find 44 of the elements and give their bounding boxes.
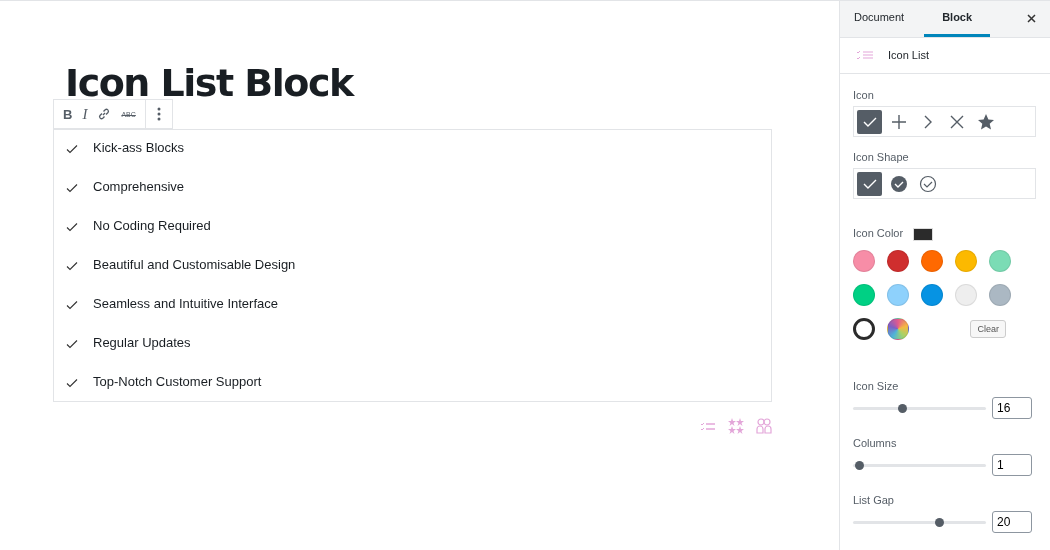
list-icon xyxy=(700,421,716,431)
field-label: Columns xyxy=(853,437,898,449)
field-label: Icon Shape xyxy=(853,151,910,163)
number-field[interactable]: 1 xyxy=(992,454,1032,476)
list-item: Comprehensive xyxy=(93,179,185,194)
field-label: Icon Color xyxy=(853,227,904,239)
sidebar-tab[interactable]: Block xyxy=(924,1,991,37)
check-icon xyxy=(66,378,78,388)
list-item: Kick-ass Blocks xyxy=(93,140,185,155)
list-item: Seamless and Intuitive Interface xyxy=(93,296,278,311)
list-item: Beautiful and Customisable Design xyxy=(93,257,296,272)
icon-option[interactable] xyxy=(857,171,882,196)
clear-button[interactable]: Clear xyxy=(970,320,1006,338)
custom-color-picker[interactable] xyxy=(887,318,909,340)
icon-option[interactable] xyxy=(857,109,882,134)
slider-thumb[interactable] xyxy=(935,517,945,527)
list-item: No Coding Required xyxy=(93,218,211,233)
list-icon xyxy=(856,49,874,62)
check-icon xyxy=(66,339,78,349)
sidebar-tab[interactable]: Document xyxy=(846,1,919,37)
block-name: Icon List xyxy=(888,49,929,62)
slider-thumb[interactable] xyxy=(855,460,864,470)
people-icon xyxy=(756,418,772,434)
check-icon xyxy=(66,144,78,154)
check-icon xyxy=(66,261,78,271)
field-label: Icon xyxy=(853,89,875,101)
number-field[interactable]: 20 xyxy=(992,511,1032,533)
field-label: List Gap xyxy=(853,494,895,506)
stars-icon xyxy=(728,418,744,434)
check-circle-icon xyxy=(888,173,909,194)
link-icon xyxy=(97,107,112,121)
stars-button[interactable] xyxy=(728,418,744,434)
kebab-icon xyxy=(156,107,161,121)
close-icon xyxy=(1027,14,1036,24)
check-circle-outline-icon xyxy=(917,173,938,194)
check-icon xyxy=(66,183,78,193)
number-field[interactable]: 16 xyxy=(992,397,1032,419)
list-item: Regular Updates xyxy=(93,335,191,350)
check-icon xyxy=(66,222,78,232)
check-icon xyxy=(66,300,78,310)
field-label: Icon Size xyxy=(853,380,900,392)
color-swatch[interactable] xyxy=(853,318,875,340)
list-item: Top-Notch Customer Support xyxy=(93,374,262,389)
slider-thumb[interactable] xyxy=(898,403,908,413)
